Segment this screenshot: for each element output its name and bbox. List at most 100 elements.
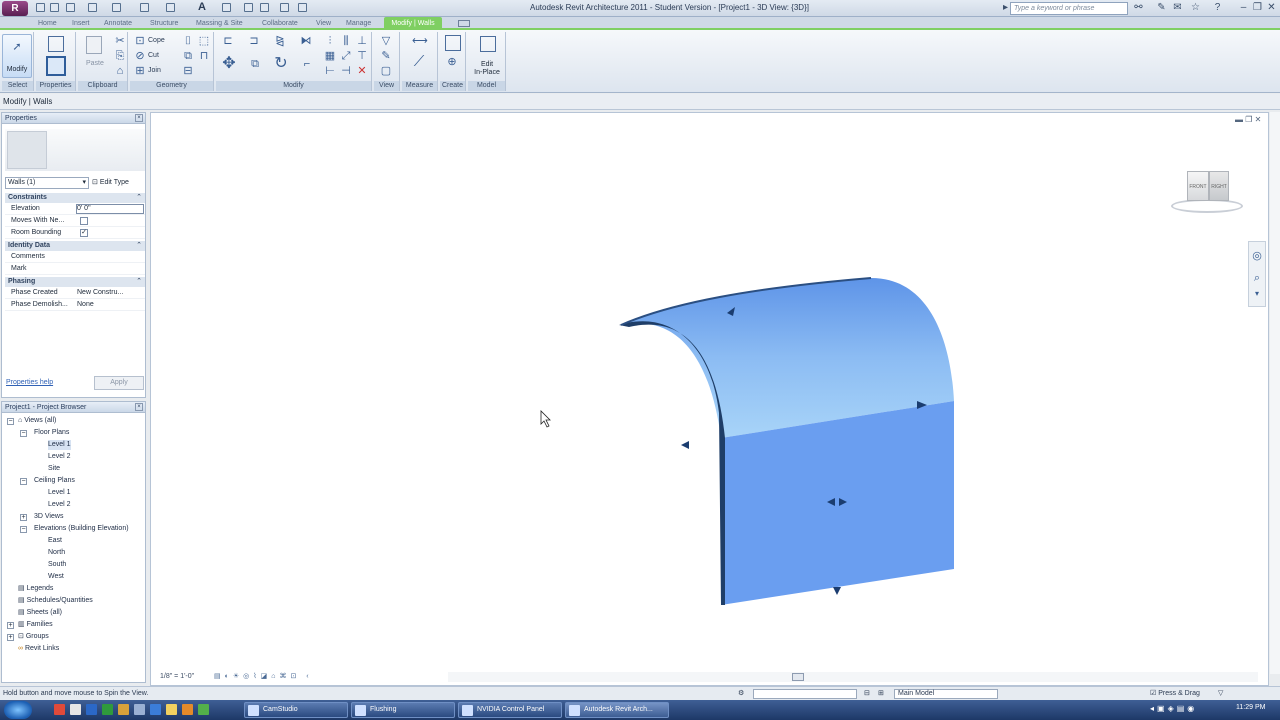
- taskbar-item-nvidia[interactable]: NVIDIA Control Panel: [458, 702, 562, 718]
- mirror-draw-icon[interactable]: ⧑: [298, 35, 314, 51]
- filter-icon[interactable]: ▽: [380, 35, 392, 47]
- extend-icon[interactable]: ⊣: [340, 65, 352, 77]
- match-properties-icon[interactable]: ⌂: [114, 65, 126, 77]
- collapse-toggle[interactable]: −: [7, 418, 14, 425]
- tree-sheets[interactable]: ▤ Sheets (all): [18, 608, 62, 618]
- tree-floor-plans[interactable]: Floor Plans: [34, 428, 69, 438]
- modify-button[interactable]: ➚ Modify: [2, 34, 32, 78]
- quicklaunch-icon[interactable]: [70, 704, 81, 715]
- close-icon[interactable]: ✕: [1266, 2, 1277, 14]
- cope-icon[interactable]: ⊡: [134, 35, 146, 47]
- linework-icon[interactable]: ✎: [380, 50, 392, 62]
- design-options-icon[interactable]: ⊟: [864, 687, 870, 700]
- quicklaunch-icon[interactable]: [134, 704, 145, 715]
- align-icon[interactable]: ⊏: [220, 35, 236, 51]
- quicklaunch-icon[interactable]: [150, 704, 161, 715]
- measure-icon[interactable]: [140, 3, 149, 12]
- application-menu-button[interactable]: R: [2, 1, 28, 16]
- cut-geometry-icon[interactable]: ⊘: [134, 50, 146, 62]
- apply-button[interactable]: Apply: [94, 376, 144, 390]
- tree-legends[interactable]: ▤ Legends: [18, 584, 53, 594]
- trim-multiple-icon[interactable]: ⊢: [324, 65, 336, 77]
- minimize-icon[interactable]: –: [1238, 2, 1249, 14]
- collapse-toggle[interactable]: −: [20, 430, 27, 437]
- viewcube[interactable]: FRONT RIGHT: [1167, 165, 1247, 215]
- trim-icon[interactable]: ⌐: [298, 58, 316, 76]
- taskbar-item-revit[interactable]: Autodesk Revit Arch...: [565, 702, 669, 718]
- offset-icon[interactable]: ⊐: [246, 35, 262, 51]
- expand-toggle[interactable]: +: [7, 634, 14, 641]
- split-face-icon[interactable]: ⌷: [182, 35, 194, 47]
- join-geometry-icon[interactable]: ⧉: [182, 50, 194, 62]
- dimension-icon[interactable]: [166, 3, 175, 12]
- favorites-star-icon[interactable]: ☆: [1190, 2, 1201, 14]
- binoculars-icon[interactable]: ⚯: [1133, 2, 1144, 14]
- system-tray-icons[interactable]: ◂▣◈▤◉: [1150, 704, 1197, 713]
- worksets-icon[interactable]: ⚙: [738, 687, 744, 700]
- section-icon[interactable]: [244, 3, 253, 12]
- help-icon[interactable]: ?: [1212, 2, 1223, 14]
- wall-joins-icon[interactable]: ⊓: [198, 50, 210, 62]
- create-similar-icon[interactable]: ⊕: [446, 56, 458, 68]
- move-icon[interactable]: ✥: [220, 56, 238, 76]
- tree-cp-level-2[interactable]: Level 2: [48, 500, 71, 510]
- create-group-icon[interactable]: [445, 35, 461, 51]
- prop-row-moves-with-nearby[interactable]: Moves With Ne...: [5, 215, 145, 227]
- 3d-view-canvas[interactable]: ▬ ❐ ✕ FRONT RIGHT ◎ ⌕ ▾: [150, 112, 1269, 686]
- edit-in-place-button[interactable]: Edit In-Place: [471, 34, 503, 78]
- prop-row-phase-created[interactable]: Phase Created New Constru...: [5, 287, 145, 299]
- prop-row-phase-demolished[interactable]: Phase Demolish... None: [5, 299, 145, 311]
- quicklaunch-icon[interactable]: [118, 704, 129, 715]
- measure-tape-icon[interactable]: ⟷: [412, 35, 428, 47]
- collapse-toggle[interactable]: −: [20, 478, 27, 485]
- split-gap-icon[interactable]: ⫼: [340, 35, 352, 47]
- array-icon[interactable]: ▦: [324, 50, 336, 62]
- mirror-axis-icon[interactable]: ⧎: [272, 35, 288, 51]
- prop-row-mark[interactable]: Mark: [5, 263, 145, 275]
- expand-toggle[interactable]: +: [20, 514, 27, 521]
- group-phasing[interactable]: Phasing ⌃: [5, 277, 145, 287]
- split-icon[interactable]: ⫶: [324, 35, 336, 47]
- communication-icon[interactable]: ✉: [1172, 2, 1183, 14]
- filter-selection-icon[interactable]: ▽: [1218, 687, 1223, 700]
- copy-icon[interactable]: ⎘: [114, 50, 126, 62]
- tree-groups[interactable]: ⊡ Groups: [18, 632, 49, 642]
- type-properties-icon[interactable]: [48, 36, 64, 52]
- tree-el-west[interactable]: West: [48, 572, 64, 582]
- join-icon[interactable]: ⊞: [134, 65, 146, 77]
- quicklaunch-icon[interactable]: [198, 704, 209, 715]
- viewcube-right-face[interactable]: RIGHT: [1209, 171, 1229, 201]
- tree-cp-level-1[interactable]: Level 1: [48, 488, 71, 498]
- tab-manage[interactable]: Manage: [346, 18, 371, 30]
- curved-wall-model[interactable]: [151, 113, 1270, 687]
- moves-checkbox[interactable]: [80, 217, 88, 225]
- quicklaunch-icon[interactable]: [166, 704, 177, 715]
- workset-dropdown[interactable]: [753, 689, 857, 699]
- switch-windows-icon[interactable]: [298, 3, 307, 12]
- viewcube-front-face[interactable]: FRONT: [1187, 171, 1209, 201]
- thin-lines-icon[interactable]: [260, 3, 269, 12]
- design-option-dropdown[interactable]: Main Model: [894, 689, 998, 699]
- scale-icon[interactable]: ⤢: [340, 50, 352, 62]
- rotate-icon[interactable]: ↻: [272, 56, 290, 76]
- copy-element-icon[interactable]: ⧉: [246, 58, 264, 76]
- tab-insert[interactable]: Insert: [72, 18, 90, 30]
- prop-row-comments[interactable]: Comments: [5, 251, 145, 263]
- collapse-toggle[interactable]: −: [20, 526, 27, 533]
- tab-home[interactable]: Home: [38, 18, 57, 30]
- close-hidden-icon[interactable]: [280, 3, 289, 12]
- room-bounding-checkbox[interactable]: ✓: [80, 229, 88, 237]
- tree-fp-level-1[interactable]: Level 1: [48, 440, 71, 450]
- redo-icon[interactable]: [112, 3, 121, 12]
- prop-row-room-bounding[interactable]: Room Bounding ✓: [5, 227, 145, 239]
- tree-families[interactable]: ▥ Families: [18, 620, 53, 630]
- horizontal-scroll-thumb[interactable]: [792, 673, 804, 681]
- sync-icon[interactable]: [66, 3, 75, 12]
- edit-type-button[interactable]: ⊡ Edit Type: [92, 177, 129, 189]
- tree-revit-links[interactable]: ∞ Revit Links: [18, 644, 59, 654]
- editable-only-icon[interactable]: ⊞: [878, 687, 884, 700]
- save-icon[interactable]: [50, 3, 59, 12]
- tree-fp-level-2[interactable]: Level 2: [48, 452, 71, 462]
- nav-options-icon[interactable]: ▾: [1251, 288, 1263, 300]
- search-input[interactable]: Type a keyword or phrase: [1010, 2, 1128, 15]
